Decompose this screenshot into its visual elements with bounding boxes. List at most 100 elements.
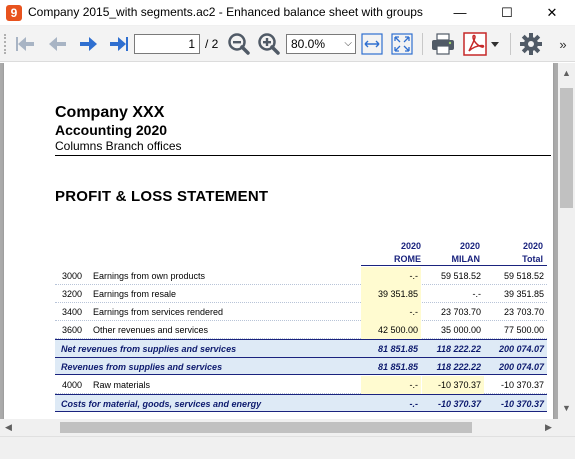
fit-page-icon xyxy=(391,33,413,55)
account-number: 3200 xyxy=(62,289,83,299)
gear-icon xyxy=(520,33,542,55)
zoom-out-button[interactable] xyxy=(226,31,252,57)
column-name: Total xyxy=(522,254,543,264)
vertical-scrollbar[interactable]: ▲ ▼ xyxy=(558,63,575,419)
account-description: Earnings from services rendered xyxy=(93,307,224,317)
fit-width-button[interactable] xyxy=(359,31,385,57)
scroll-left-icon[interactable]: ◀ xyxy=(0,419,17,436)
value-milan: 118 222.22 xyxy=(436,362,481,372)
total-description: Revenues from supplies and services xyxy=(61,362,223,372)
toolbar: 1 / 2 80.0% ⌵ » xyxy=(0,26,575,62)
toolbar-separator xyxy=(422,33,423,55)
minimize-button[interactable]: — xyxy=(437,0,483,26)
scrollbar-corner xyxy=(558,419,575,436)
zoom-in-button[interactable] xyxy=(256,31,282,57)
column-header-rome: 2020 ROME xyxy=(361,241,421,264)
toolbar-grip[interactable] xyxy=(4,34,7,54)
value-total: 39 351.85 xyxy=(503,289,544,299)
table-row: 3600 Other revenues and services 42 500.… xyxy=(55,321,547,339)
page-total-label: / 2 xyxy=(205,37,219,51)
value-rome: -.- xyxy=(361,303,421,321)
settings-button[interactable] xyxy=(518,31,544,57)
print-button[interactable] xyxy=(430,31,456,57)
value-rome: 81 851.85 xyxy=(377,362,418,372)
total-row: Net revenues from supplies and services … xyxy=(55,339,547,357)
next-page-button[interactable] xyxy=(76,31,102,57)
account-number: 3400 xyxy=(62,307,83,317)
column-header-milan: 2020 MILAN xyxy=(422,241,481,264)
zoom-value: 80.0% xyxy=(291,37,326,51)
table-row: 3200 Earnings from resale 39 351.85 -.- … xyxy=(55,285,547,303)
account-number: 3000 xyxy=(62,271,83,281)
page-number-input[interactable]: 1 xyxy=(134,34,200,54)
title-bar: 9 Company 2015_with segments.ac2 - Enhan… xyxy=(0,0,575,26)
table-row: 3000 Earnings from own products -.- 59 5… xyxy=(55,267,547,285)
value-milan: 23 703.70 xyxy=(440,307,481,317)
value-milan: -.- xyxy=(472,289,482,299)
arrow-right-icon xyxy=(80,37,97,51)
total-row: Costs for material, goods, services and … xyxy=(55,394,547,412)
account-number: 3600 xyxy=(62,325,83,335)
status-bar xyxy=(0,436,575,459)
window-title: Company 2015_with segments.ac2 - Enhance… xyxy=(28,5,423,19)
export-pdf-button[interactable] xyxy=(462,31,488,57)
zoom-select[interactable]: 80.0% ⌵ xyxy=(286,34,356,54)
total-row: Revenues from supplies and services 81 8… xyxy=(55,357,547,375)
toolbar-overflow-button[interactable]: » xyxy=(554,31,572,57)
column-header-total: 2020 Total xyxy=(484,241,543,264)
columns-label: Columns Branch offices xyxy=(55,139,182,153)
previous-page-button[interactable] xyxy=(44,31,70,57)
value-rome: -.- xyxy=(361,376,421,394)
chevron-down-icon: ⌵ xyxy=(344,38,352,49)
total-description: Net revenues from supplies and services xyxy=(61,344,237,354)
document-viewport[interactable]: Company XXX Accounting 2020 Columns Bran… xyxy=(0,63,558,419)
fit-width-icon xyxy=(361,33,383,55)
value-rome: 39 351.85 xyxy=(361,285,421,303)
pdf-icon xyxy=(463,32,487,56)
fit-page-button[interactable] xyxy=(389,31,415,57)
column-name: MILAN xyxy=(451,254,481,264)
zoom-out-icon xyxy=(228,33,250,55)
horizontal-scrollbar[interactable]: ◀ ▶ xyxy=(0,419,558,436)
account-description: Earnings from own products xyxy=(93,271,206,281)
table-row: 3400 Earnings from services rendered -.-… xyxy=(55,303,547,321)
first-page-icon xyxy=(16,37,34,51)
column-year: 2020 xyxy=(459,241,480,251)
column-header-underline xyxy=(361,265,547,266)
close-button[interactable]: ✕ xyxy=(529,0,575,26)
printer-icon xyxy=(432,33,454,55)
scroll-down-icon[interactable]: ▼ xyxy=(558,400,575,417)
value-total: 23 703.70 xyxy=(503,307,544,317)
value-milan: 35 000.00 xyxy=(440,325,481,335)
value-total: 200 074.07 xyxy=(498,362,544,372)
value-milan: 59 518.52 xyxy=(440,271,481,281)
value-milan: -10 370.37 xyxy=(437,399,481,409)
value-milan: -10 370.37 xyxy=(422,376,484,394)
horizontal-scroll-thumb[interactable] xyxy=(60,422,472,433)
value-rome: 42 500.00 xyxy=(361,321,421,339)
value-total: 77 500.00 xyxy=(503,325,544,335)
column-name: ROME xyxy=(394,254,421,264)
value-rome: -.- xyxy=(409,399,419,409)
value-rome: -.- xyxy=(361,267,421,285)
accounting-title: Accounting 2020 xyxy=(55,122,168,138)
last-page-button[interactable] xyxy=(106,31,132,57)
scroll-up-icon[interactable]: ▲ xyxy=(558,65,575,82)
vertical-scroll-thumb[interactable] xyxy=(560,88,573,208)
value-total: 200 074.07 xyxy=(498,344,544,354)
company-name: Company XXX xyxy=(55,104,165,121)
column-year: 2020 xyxy=(400,241,421,251)
report-page: Company XXX Accounting 2020 Columns Bran… xyxy=(4,63,553,419)
value-rome: 81 851.85 xyxy=(377,344,418,354)
toolbar-separator xyxy=(510,33,511,55)
zoom-in-icon xyxy=(258,33,280,55)
pdf-options-dropdown[interactable] xyxy=(488,31,502,57)
value-milan: 118 222.22 xyxy=(436,344,481,354)
scroll-right-icon[interactable]: ▶ xyxy=(540,419,557,436)
first-page-button[interactable] xyxy=(12,31,38,57)
header-divider xyxy=(55,155,551,156)
maximize-button[interactable]: ☐ xyxy=(484,0,530,26)
column-year: 2020 xyxy=(522,241,543,251)
account-description: Earnings from resale xyxy=(93,289,177,299)
total-description: Costs for material, goods, services and … xyxy=(61,399,262,409)
